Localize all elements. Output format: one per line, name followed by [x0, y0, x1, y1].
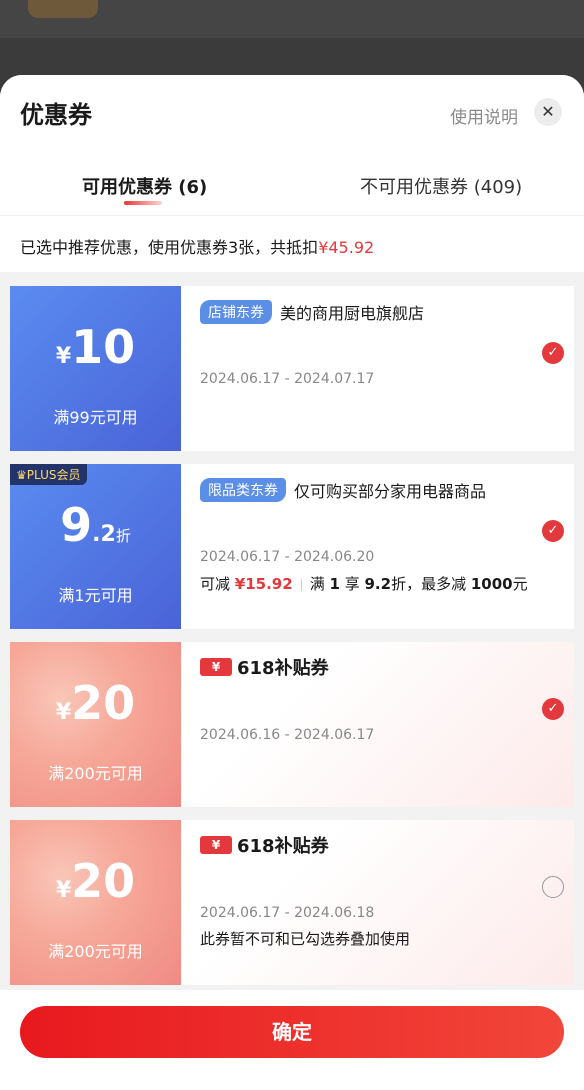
plus-member-badge: ♛PLUS会员 [10, 464, 87, 485]
note-rule: 元 [512, 575, 528, 593]
note-rule: 1000 [470, 575, 513, 593]
coupon-scope: 美的商用厨电旗舰店 [280, 304, 425, 323]
note-saving: ¥15.92 [234, 575, 293, 593]
note-rule: 折，最多减 [391, 575, 467, 593]
selection-summary: 已选中推荐优惠，使用优惠券3张，共抵扣¥45.92 [0, 215, 584, 272]
note-rule: 9.2 [364, 575, 392, 593]
usage-help-link[interactable]: 使用说明 [450, 103, 518, 128]
background-page [0, 0, 584, 80]
sheet-header: 优惠券 使用说明 ✕ 可用优惠券 (6) 不可用优惠券 (409) [0, 75, 584, 215]
coupon-value-panel: ¥20 满200元可用 [10, 642, 181, 807]
coupon-condition: 满200元可用 [48, 942, 143, 961]
note-rule: 满 [309, 575, 325, 593]
coupon-condition: 满1元可用 [58, 586, 133, 605]
coupon-amount: 10 [71, 320, 136, 374]
crown-icon: ♛ [16, 468, 27, 482]
coupon-value-panel: ♛PLUS会员 9.2折 满1元可用 [10, 464, 181, 629]
sheet-title: 优惠券 [20, 101, 92, 129]
background-thumbnail [28, 0, 98, 18]
coupon-value-panel: ¥10 满99元可用 [10, 286, 181, 451]
coupon-type-tag: 限品类东券 [200, 478, 286, 502]
checked-icon[interactable]: ✓ [542, 520, 564, 542]
currency-symbol: ¥ [55, 700, 72, 725]
discount-integer: 9 [60, 498, 93, 552]
coupon-card[interactable]: ¥20 满200元可用 ¥ 618补贴券 2024.06.16 - 2024.0… [10, 642, 574, 807]
note-rule: 享 [344, 575, 360, 593]
unchecked-icon[interactable] [542, 876, 564, 898]
subsidy-badge-label: 618补贴券 [237, 836, 329, 857]
yen-ticket-icon: ¥ [200, 836, 232, 854]
coupon-date-range: 2024.06.17 - 2024.06.18 [200, 905, 375, 921]
coupon-value: 9.2折 [10, 498, 181, 552]
checked-icon[interactable]: ✓ [542, 698, 564, 720]
coupon-title-line: 限品类东券 仅可购买部分家用电器商品 [200, 478, 486, 502]
discount-unit: 折 [115, 527, 131, 545]
currency-symbol: ¥ [55, 344, 72, 369]
coupon-info: ¥ 618补贴券 2024.06.17 - 2024.06.18 此券暂不可和已… [181, 820, 574, 985]
coupon-type-tag: 店铺东券 [200, 300, 272, 324]
summary-text: 已选中推荐优惠，使用优惠券3张，共抵扣 [20, 238, 319, 257]
coupon-title-line: 店铺东券 美的商用厨电旗舰店 [200, 300, 424, 324]
summary-amount: ¥45.92 [318, 238, 375, 257]
note-prefix: 可减 [200, 575, 231, 593]
coupon-value: ¥20 [10, 854, 181, 908]
coupon-stack-note: 此券暂不可和已勾选券叠加使用 [200, 930, 411, 948]
divider [300, 578, 302, 591]
note-rule: 1 [329, 575, 340, 593]
coupon-card[interactable]: ¥10 满99元可用 店铺东券 美的商用厨电旗舰店 2024.06.17 - 20… [10, 286, 574, 451]
coupon-value: ¥20 [10, 676, 181, 730]
active-tab-indicator [124, 201, 162, 205]
tab-unavailable[interactable]: 不可用优惠券 (409) [360, 173, 522, 199]
coupon-condition: 满99元可用 [53, 408, 138, 427]
coupon-info: 限品类东券 仅可购买部分家用电器商品 2024.06.17 - 2024.06.2… [181, 464, 574, 629]
discount-decimal: .2 [92, 522, 116, 547]
coupon-saving-note: 可减 ¥15.92 满 1 享 9.2折，最多减 1000元 [200, 573, 528, 594]
coupon-info: ¥ 618补贴券 2024.06.16 - 2024.06.17 ✓ [181, 642, 574, 807]
coupon-condition: 满200元可用 [48, 764, 143, 783]
confirm-button[interactable]: 确定 [20, 1006, 564, 1058]
checked-icon[interactable]: ✓ [542, 342, 564, 364]
coupon-info: 店铺东券 美的商用厨电旗舰店 2024.06.17 - 2024.07.17 ✓ [181, 286, 574, 451]
subsidy-badge: ¥ 618补贴券 [200, 832, 329, 858]
subsidy-badge: ¥ 618补贴券 [200, 654, 329, 680]
coupon-scope: 仅可购买部分家用电器商品 [294, 482, 487, 501]
plus-badge-label: PLUS会员 [26, 468, 81, 482]
tab-available[interactable]: 可用优惠券 (6) [82, 173, 207, 199]
sheet-footer: 确定 [0, 990, 584, 1090]
yen-ticket-icon: ¥ [200, 658, 232, 676]
coupon-amount: 20 [71, 854, 136, 908]
coupon-date-range: 2024.06.17 - 2024.06.20 [200, 549, 375, 565]
coupon-value: ¥10 [10, 320, 181, 374]
coupon-card[interactable]: ♛PLUS会员 9.2折 满1元可用 限品类东券 仅可购买部分家用电器商品 202… [10, 464, 574, 629]
coupon-card[interactable]: ¥20 满200元可用 ¥ 618补贴券 2024.06.17 - 2024.0… [10, 820, 574, 985]
coupon-amount: 20 [71, 676, 136, 730]
coupon-value-panel: ¥20 满200元可用 [10, 820, 181, 985]
subsidy-badge-label: 618补贴券 [237, 658, 329, 679]
coupon-date-range: 2024.06.16 - 2024.06.17 [200, 727, 375, 743]
coupon-date-range: 2024.06.17 - 2024.07.17 [200, 371, 375, 387]
coupon-sheet: 优惠券 使用说明 ✕ 可用优惠券 (6) 不可用优惠券 (409) 已选中推荐优… [0, 75, 584, 1090]
close-icon[interactable]: ✕ [534, 98, 562, 126]
currency-symbol: ¥ [55, 878, 72, 903]
